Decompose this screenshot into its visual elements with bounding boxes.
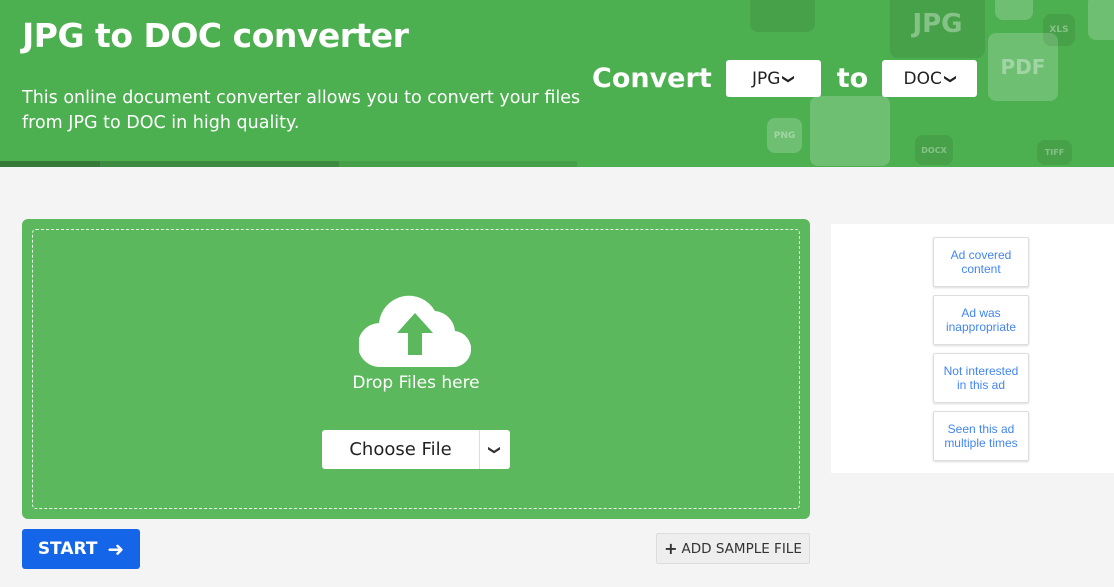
source-dropdown-button[interactable]: ❯ (480, 430, 510, 469)
file-drop-zone[interactable]: Drop Files here Choose File ❯ (22, 219, 810, 519)
page-title: JPG to DOC converter (22, 16, 409, 55)
arrow-right-icon: ➜ (107, 537, 125, 561)
chevron-down-icon: ❯ (782, 73, 797, 84)
convert-label: Convert (592, 63, 712, 94)
image-file-icon (995, 0, 1033, 20)
file-icon (1088, 0, 1114, 40)
ad-feedback-covered-content[interactable]: Ad covered content (933, 237, 1029, 287)
page-description: This online document converter allows yo… (22, 88, 581, 133)
plus-icon: + (664, 539, 678, 558)
envelope-icon (750, 0, 815, 32)
drop-files-text: Drop Files here (352, 373, 480, 393)
to-label: to (836, 63, 869, 94)
ad-feedback-inappropriate[interactable]: Ad was inappropriate (933, 295, 1029, 345)
from-format-select[interactable]: JPG ❯ (725, 60, 821, 97)
xls-file-icon: XLS (1043, 14, 1075, 46)
start-button[interactable]: START ➜ (22, 529, 140, 569)
chevron-down-icon: ❯ (943, 73, 958, 84)
ad-feedback-not-interested[interactable]: Not interested in this ad (933, 353, 1029, 403)
choose-file-control: Choose File ❯ (322, 430, 510, 469)
add-sample-file-button[interactable]: + ADD SAMPLE FILE (656, 533, 810, 564)
ad-feedback-panel: Ad covered content Ad was inappropriate … (831, 224, 1114, 473)
choose-file-button[interactable]: Choose File (322, 430, 480, 469)
jpg-file-icon: JPG (890, 0, 985, 58)
to-format-select[interactable]: DOC ❯ (882, 60, 978, 97)
step-progress-bar (0, 161, 1114, 167)
png-file-icon: PNG (767, 118, 802, 153)
cloud-upload-icon (359, 295, 471, 367)
format-selector: Convert JPG ❯ to DOC ❯ (592, 60, 991, 97)
chevron-down-icon: ❯ (488, 444, 502, 455)
ad-feedback-seen-multiple[interactable]: Seen this ad multiple times (933, 411, 1029, 461)
file-icon (810, 96, 890, 166)
header-banner: JPG PDF XLS PNG DOCX TIFF JPG to DOC con… (0, 0, 1114, 167)
